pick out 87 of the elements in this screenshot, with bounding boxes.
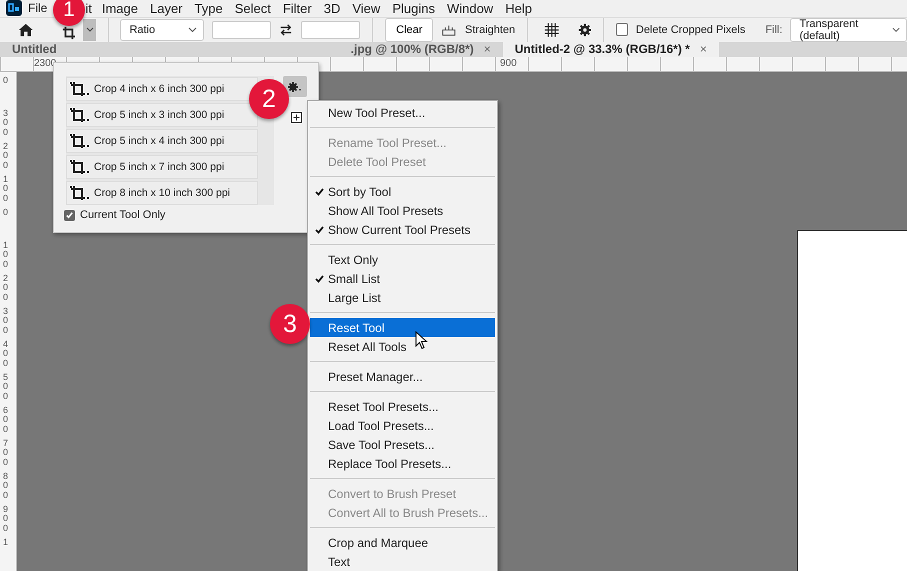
menu-item[interactable]: Filter — [282, 0, 312, 16]
document-tab[interactable]: Untitled-2 @ 33.3% (RGB/16*) * × — [502, 42, 719, 57]
ruler-label: 1 — [2, 538, 10, 549]
width-field[interactable] — [212, 20, 272, 39]
clear-button[interactable]: Clear — [385, 18, 434, 42]
tool-preset-item[interactable]: Crop 4 inch x 6 inch 300 ppi — [66, 77, 258, 101]
delete-cropped-label: Delete Cropped Pixels — [636, 24, 746, 36]
mouse-cursor-icon — [415, 331, 428, 350]
ruler-label: 900 — [2, 505, 10, 535]
menu-item[interactable]: it — [85, 0, 92, 16]
caret-icon — [892, 26, 900, 33]
tool-preset-item[interactable]: Crop 8 inch x 10 inch 300 ppi — [66, 181, 258, 205]
delete-cropped-checkbox[interactable] — [616, 23, 628, 36]
ruler-label: 0 — [2, 76, 10, 87]
home-icon[interactable] — [18, 22, 34, 38]
crop-icon — [69, 185, 91, 201]
preset-dropdown-button[interactable] — [83, 18, 96, 41]
crop-icon — [69, 133, 91, 149]
checkmark-icon — [314, 274, 324, 282]
new-preset-icon[interactable] — [291, 112, 302, 123]
document-tab[interactable]: .jpg @ 100% (RGB/8*) × — [338, 42, 503, 57]
menu-item[interactable]: Select — [234, 0, 271, 16]
ruler-label: 600 — [2, 406, 10, 436]
ruler-label: 200 — [2, 142, 10, 172]
settings-icon[interactable] — [578, 22, 592, 38]
context-menu-item[interactable]: Sort by Tool — [310, 182, 495, 201]
grid-overlay-icon[interactable] — [544, 20, 560, 39]
document-tab[interactable]: Untitled — [0, 42, 69, 57]
ruler-label: 200 — [2, 274, 10, 304]
context-menu-item[interactable]: Reset All Tools — [310, 337, 495, 356]
context-menu-item[interactable]: Reset Tool Presets... — [310, 397, 495, 416]
ruler-label: 300 — [2, 109, 10, 139]
crop-icon — [69, 81, 91, 97]
menu-item[interactable]: Image — [102, 0, 138, 16]
swap-icon[interactable] — [279, 22, 294, 37]
crop-icon — [69, 107, 91, 123]
tool-preset-item[interactable]: Crop 5 inch x 7 inch 300 ppi — [66, 155, 258, 179]
ruler-label: 300 — [2, 307, 10, 337]
context-menu-item[interactable]: Small List — [310, 269, 495, 288]
ruler-label: 100 — [2, 241, 10, 271]
menu-item[interactable]: View — [352, 0, 380, 16]
step-number-badge: 1 — [53, 0, 85, 26]
ruler-label: 800 — [2, 472, 10, 502]
context-menu-item[interactable]: Show All Tool Presets — [310, 201, 495, 220]
context-menu-item[interactable]: Preset Manager... — [310, 367, 495, 386]
crop-tool-icon[interactable] — [62, 24, 76, 41]
checkmark-icon — [314, 226, 324, 234]
tool-preset-item[interactable]: Crop 5 inch x 3 inch 300 ppi — [66, 103, 258, 127]
menu-item[interactable]: Layer — [150, 0, 183, 16]
context-menu-item[interactable]: Crop and Marquee — [310, 533, 495, 552]
straighten-label[interactable]: Straighten — [465, 24, 516, 36]
caret-icon — [86, 26, 94, 33]
height-field[interactable] — [301, 20, 360, 39]
current-tool-only-label: Current Tool Only — [80, 209, 166, 221]
context-menu-item[interactable]: Load Tool Presets... — [310, 416, 495, 435]
context-menu-item[interactable]: Save Tool Presets... — [310, 435, 495, 454]
fill-select[interactable]: Transparent (default) — [790, 18, 907, 42]
ruler-label: 500 — [2, 373, 10, 403]
context-menu-item[interactable]: Large List — [310, 288, 495, 307]
gear-icon — [287, 80, 303, 92]
menu-item[interactable]: Help — [505, 0, 532, 16]
menu-item[interactable]: Plugins — [392, 0, 435, 16]
menu-item[interactable]: Window — [446, 0, 494, 16]
panel-menu-button[interactable] — [283, 76, 307, 97]
ruler-label: 100 — [2, 175, 10, 205]
straighten-icon[interactable] — [441, 22, 458, 37]
ruler-label: 700 — [2, 439, 10, 469]
caret-icon — [188, 26, 198, 33]
crop-icon — [69, 159, 91, 175]
ruler-label: 900 — [500, 58, 517, 69]
context-menu-item[interactable]: Replace Tool Presets... — [310, 454, 495, 473]
menu-item[interactable]: File — [28, 1, 48, 16]
menu-item[interactable]: Type — [194, 0, 223, 16]
menu-item[interactable]: 3D — [324, 0, 340, 16]
context-menu-item[interactable]: Reset Tool — [310, 318, 495, 337]
tool-preset-item[interactable]: Crop 5 inch x 4 inch 300 ppi — [66, 129, 258, 153]
context-menu-item[interactable]: Text Only — [310, 250, 495, 269]
app-logo-icon — [6, 0, 22, 16]
ruler-label: 400 — [2, 340, 10, 370]
current-tool-only-checkbox[interactable] — [64, 210, 75, 220]
fill-label: Fill: — [765, 24, 782, 36]
aspect-ratio-select[interactable]: Ratio — [120, 18, 204, 41]
context-menu-item[interactable]: Text — [310, 552, 495, 571]
ruler-label: 0 — [2, 208, 10, 219]
context-menu-item[interactable]: Show Current Tool Presets — [310, 220, 495, 239]
checkmark-icon — [314, 188, 324, 196]
context-menu-item[interactable]: New Tool Preset... — [310, 103, 495, 122]
